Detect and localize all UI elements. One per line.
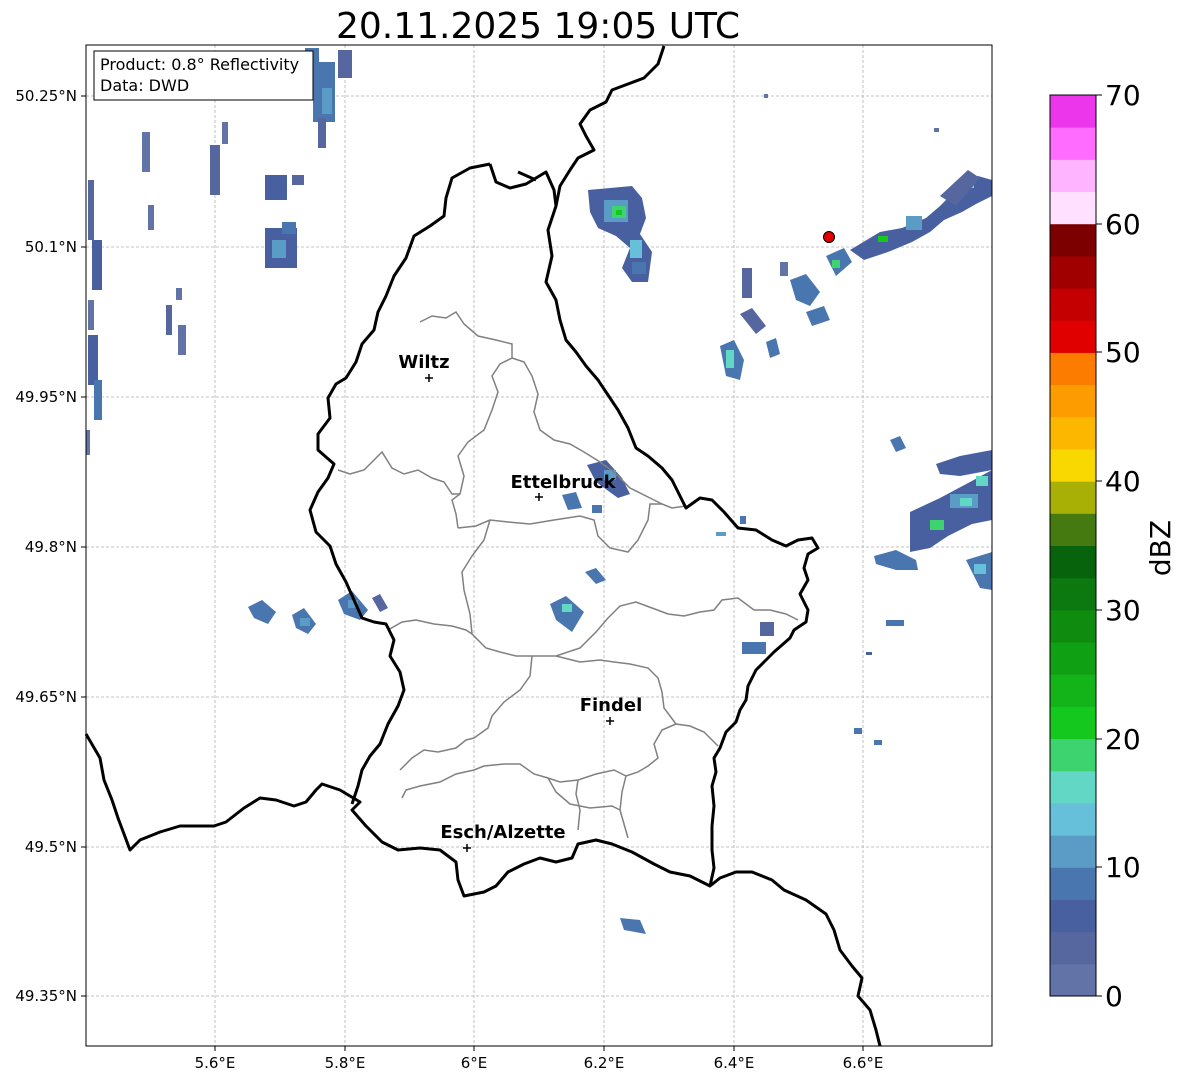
colorbar-segment: [1050, 255, 1096, 289]
colorbar-segments: [1050, 95, 1096, 997]
colorbar-segment: [1050, 642, 1096, 675]
colorbar-segment: [1050, 867, 1096, 900]
lon-tick-label: 6.4°E: [714, 1054, 755, 1072]
city-label: Findel: [580, 695, 643, 716]
colorbar-segment: [1050, 223, 1096, 257]
lon-tick-labels: 5.6°E 5.8°E 6°E 6.2°E 6.4°E 6.6°E: [195, 1054, 884, 1072]
info-product: Product: 0.8° Reflectivity: [100, 55, 299, 74]
map-area: [86, 45, 992, 1046]
lon-tick-label: 6°E: [461, 1054, 488, 1072]
lat-tick-label: 50.1°N: [25, 238, 77, 256]
info-box: Product: 0.8° Reflectivity Data: DWD: [93, 50, 314, 101]
colorbar-segment: [1050, 127, 1096, 160]
colorbar-tick-label: 60: [1105, 208, 1141, 241]
colorbar-segment: [1050, 899, 1096, 933]
colorbar-segment: [1050, 706, 1096, 740]
lon-tick-label: 6.6°E: [843, 1054, 884, 1072]
colorbar-tick-label: 50: [1105, 336, 1141, 369]
colorbar-segment: [1050, 448, 1096, 482]
lat-tick-label: 50.25°N: [15, 87, 77, 105]
colorbar-segment: [1050, 738, 1096, 772]
colorbar-tick-label: 0: [1105, 980, 1123, 1013]
info-data-source: Data: DWD: [100, 76, 189, 95]
colorbar-segment: [1050, 674, 1096, 707]
colorbar-segment: [1050, 577, 1096, 611]
lon-tick-label: 6.2°E: [584, 1054, 625, 1072]
colorbar-title: dBZ: [1144, 520, 1177, 576]
colorbar-tick-label: 20: [1105, 723, 1141, 756]
colorbar-segment: [1050, 931, 1096, 965]
colorbar-segment: [1050, 481, 1096, 514]
colorbar-segment: [1050, 835, 1096, 868]
colorbar-tick-label: 30: [1105, 594, 1141, 627]
colorbar-segment: [1050, 159, 1096, 193]
lon-tick-label: 5.6°E: [195, 1054, 236, 1072]
colorbar-tick-label: 70: [1105, 79, 1141, 112]
lat-tick-labels: 50.25°N 50.1°N 49.95°N 49.8°N 49.65°N 49…: [15, 87, 77, 1005]
location-marker-icon: [823, 231, 835, 243]
city-label: Ettelbruck: [510, 472, 616, 493]
colorbar-segment: [1050, 191, 1096, 225]
city-label: Wiltz: [398, 352, 449, 373]
lat-tick-label: 49.5°N: [25, 838, 77, 856]
colorbar-segment: [1050, 95, 1096, 128]
lat-tick-label: 49.35°N: [15, 987, 77, 1005]
lat-tick-label: 49.8°N: [25, 538, 77, 556]
radar-map-figure: 20.11.2025 19:05 UTC 5.6°E 5.8°E 6°E 6.2…: [15, 6, 1177, 1072]
colorbar-segment: [1050, 384, 1096, 418]
colorbar-segment: [1050, 545, 1096, 579]
colorbar-ticks: [1096, 94, 1102, 997]
colorbar-tick-label: 10: [1105, 851, 1141, 884]
colorbar-segment: [1050, 770, 1096, 804]
colorbar-segment: [1050, 320, 1096, 353]
colorbar-segment: [1050, 352, 1096, 386]
lat-tick-label: 49.95°N: [15, 388, 77, 406]
colorbar-tick-label: 40: [1105, 465, 1141, 498]
colorbar-segment: [1050, 802, 1096, 836]
colorbar-segment: [1050, 288, 1096, 321]
colorbar-segment: [1050, 963, 1096, 997]
lat-tick-label: 49.65°N: [15, 688, 77, 706]
map-title: 20.11.2025 19:05 UTC: [336, 6, 740, 47]
colorbar-segment: [1050, 513, 1096, 546]
colorbar-segment: [1050, 416, 1096, 450]
colorbar: 0 10 20 30 40 50 60 70 dBZ: [1049, 79, 1177, 1013]
colorbar-segment: [1050, 609, 1096, 643]
lon-tick-label: 5.8°E: [325, 1054, 366, 1072]
city-label: Esch/Alzette: [440, 822, 565, 843]
